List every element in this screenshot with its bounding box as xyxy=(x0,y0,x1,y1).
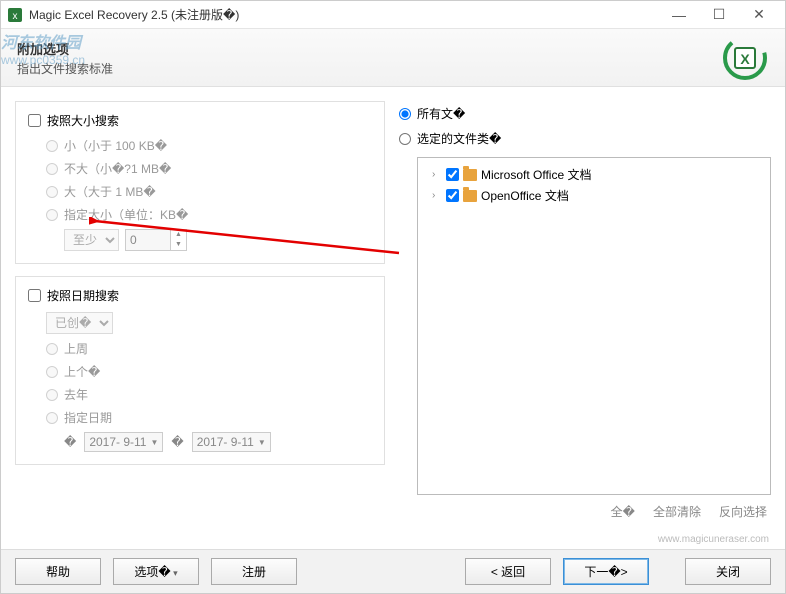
page-subtitle: 指出文件搜索标准 xyxy=(17,60,721,77)
size-condition-select[interactable]: 至少 xyxy=(64,229,119,251)
back-button[interactable]: < 返回 xyxy=(465,558,551,585)
chevron-right-icon[interactable]: › xyxy=(432,190,442,201)
size-large-radio[interactable] xyxy=(46,186,58,198)
size-small-radio[interactable] xyxy=(46,140,58,152)
date-to-input[interactable]: 2017- 9-11▼ xyxy=(192,432,271,452)
tree-item-openoffice[interactable]: › OpenOffice 文档 xyxy=(432,185,764,206)
date-search-label: 按照日期搜索 xyxy=(47,287,119,304)
svg-text:X: X xyxy=(740,51,750,67)
app-window: x Magic Excel Recovery 2.5 (未注册版�) — ☐ ✕… xyxy=(0,0,786,594)
clear-all-link[interactable]: 全部清除 xyxy=(653,503,701,520)
folder-icon xyxy=(463,169,477,181)
size-search-checkbox[interactable] xyxy=(28,114,41,127)
size-search-group: 按照大小搜索 小（小于 100 KB� 不大（小�?1 MB� 大（大于 1 M… xyxy=(15,101,385,264)
spin-down-icon[interactable]: ▼ xyxy=(171,240,186,250)
spin-up-icon[interactable]: ▲ xyxy=(171,230,186,240)
button-bar: 帮助 选项� 注册 < 返回 下一�> 关闭 xyxy=(1,549,785,593)
register-button[interactable]: 注册 xyxy=(211,558,297,585)
titlebar: x Magic Excel Recovery 2.5 (未注册版�) — ☐ ✕ xyxy=(1,1,785,29)
app-icon: x xyxy=(7,7,23,23)
window-title: Magic Excel Recovery 2.5 (未注册版�) xyxy=(29,6,659,23)
date-search-group: 按照日期搜索 已创� 上周 上个� 去年 指定日期 � 2017- 9-11▼ … xyxy=(15,276,385,465)
chevron-right-icon[interactable]: › xyxy=(432,169,442,180)
maximize-button[interactable]: ☐ xyxy=(699,2,739,28)
help-button[interactable]: 帮助 xyxy=(15,558,101,585)
date-lastweek-radio[interactable] xyxy=(46,343,58,355)
invert-selection-link[interactable]: 反向选择 xyxy=(719,503,767,520)
size-value-spinner[interactable]: ▲▼ xyxy=(125,229,187,251)
size-medium-radio[interactable] xyxy=(46,163,58,175)
select-all-link[interactable]: 全� xyxy=(611,503,635,520)
date-lastmonth-radio[interactable] xyxy=(46,366,58,378)
filetype-tree[interactable]: › Microsoft Office 文档 › OpenOffice 文档 xyxy=(417,157,771,495)
close-wizard-button[interactable]: 关闭 xyxy=(685,558,771,585)
size-search-label: 按照大小搜索 xyxy=(47,112,119,129)
size-custom-radio[interactable] xyxy=(46,209,58,221)
minimize-button[interactable]: — xyxy=(659,2,699,28)
folder-icon xyxy=(463,190,477,202)
tree-item-msoffice[interactable]: › Microsoft Office 文档 xyxy=(432,164,764,185)
content-area: 按照大小搜索 小（小于 100 KB� 不大（小�?1 MB� 大（大于 1 M… xyxy=(1,87,785,534)
wizard-header: 河东软件园 www.pc0359.cn 附加选项 指出文件搜索标准 X xyxy=(1,29,785,87)
date-type-select[interactable]: 已创� xyxy=(46,312,113,334)
tree-check-openoffice[interactable] xyxy=(446,189,459,202)
date-from-input[interactable]: 2017- 9-11▼ xyxy=(84,432,163,452)
close-button[interactable]: ✕ xyxy=(739,2,779,28)
tree-check-msoffice[interactable] xyxy=(446,168,459,181)
options-button[interactable]: 选项� xyxy=(113,558,199,585)
date-custom-radio[interactable] xyxy=(46,412,58,424)
footer-url: www.magicuneraser.com xyxy=(1,534,785,549)
date-search-checkbox[interactable] xyxy=(28,289,41,302)
next-button[interactable]: 下一�> xyxy=(563,558,649,585)
page-title: 附加选项 xyxy=(17,39,721,58)
date-lastyear-radio[interactable] xyxy=(46,389,58,401)
svg-text:x: x xyxy=(13,11,18,22)
excel-logo-icon: X xyxy=(721,34,769,82)
size-value-input[interactable] xyxy=(126,230,170,250)
filetype-selected-radio[interactable] xyxy=(399,133,411,145)
filetype-all-radio[interactable] xyxy=(399,108,411,120)
